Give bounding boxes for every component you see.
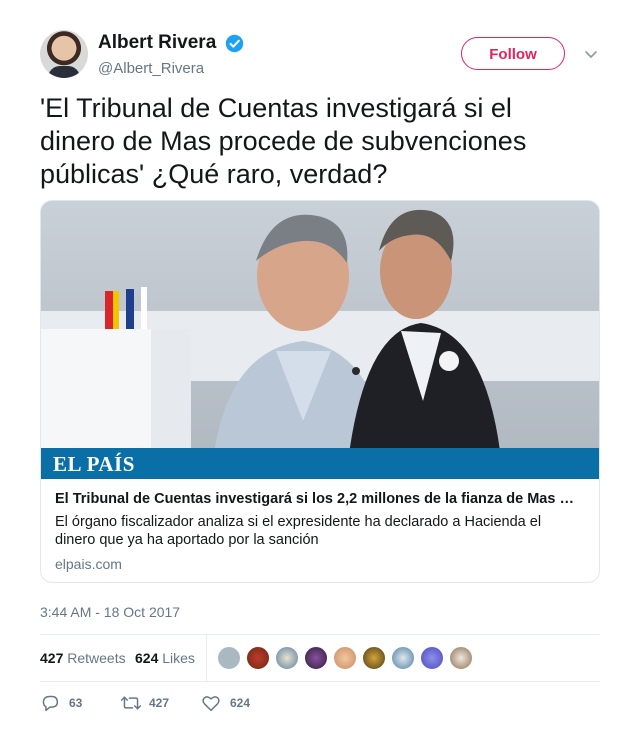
reply-button[interactable]: 63: [40, 693, 100, 713]
likes-stat[interactable]: 624 Likes: [135, 650, 195, 666]
card-description: El órgano fiscalizador analiza si el exp…: [55, 514, 542, 548]
card-body[interactable]: El Tribunal de Cuentas investigará si lo…: [55, 491, 585, 572]
tweet-actions: 63 427 624: [40, 693, 600, 713]
author-info[interactable]: Albert Rivera @Albert_Rivera: [98, 32, 244, 77]
tweet-timestamp[interactable]: 3:44 AM - 18 Oct 2017: [40, 604, 180, 620]
card-title[interactable]: El Tribunal de Cuentas investigará si lo…: [55, 491, 581, 507]
liker-avatar[interactable]: [449, 646, 473, 670]
tweet-stats: 427 Retweets 624 Likes: [40, 635, 600, 681]
link-card[interactable]: EL PAÍS El Tribunal de Cuentas investiga…: [40, 200, 600, 583]
retweet-icon: [120, 696, 142, 710]
likes-stat-label: Likes: [162, 650, 195, 666]
card-domain: elpais.com: [55, 556, 122, 572]
divider: [40, 681, 600, 682]
liker-avatar[interactable]: [362, 646, 386, 670]
tweet-text: 'El Tribunal de Cuentas investigará si e…: [40, 93, 527, 189]
chevron-down-icon[interactable]: [583, 46, 599, 62]
retweets-stat-label: Retweets: [67, 650, 126, 666]
liker-avatar[interactable]: [333, 646, 357, 670]
liker-avatar[interactable]: [217, 646, 241, 670]
author-handle[interactable]: @Albert_Rivera: [98, 60, 244, 77]
card-image[interactable]: EL PAÍS: [41, 201, 599, 479]
elpais-logo: EL PAÍS: [53, 452, 135, 476]
liker-avatar[interactable]: [304, 646, 328, 670]
liker-avatar[interactable]: [420, 646, 444, 670]
follow-button[interactable]: Follow: [461, 37, 565, 70]
likes-stat-count: 624: [135, 650, 159, 666]
retweet-button[interactable]: 427: [120, 693, 190, 713]
author-display-name[interactable]: Albert Rivera: [98, 32, 216, 54]
reply-count: 63: [69, 696, 83, 710]
stats-separator: [206, 635, 207, 681]
retweets-stat[interactable]: 427 Retweets: [40, 650, 126, 666]
liker-avatar[interactable]: [275, 646, 299, 670]
liker-avatar[interactable]: [391, 646, 415, 670]
publisher-banner: EL PAÍS: [41, 448, 599, 479]
like-button[interactable]: 624: [201, 693, 271, 713]
like-count: 624: [230, 696, 251, 710]
heart-icon: [202, 696, 220, 712]
author-avatar[interactable]: [40, 30, 88, 78]
liker-avatar[interactable]: [246, 646, 270, 670]
news-photo: [41, 201, 599, 479]
retweets-stat-count: 427: [40, 650, 64, 666]
verified-badge-icon: [225, 34, 243, 52]
retweet-count: 427: [149, 696, 170, 710]
reply-icon: [42, 695, 59, 712]
